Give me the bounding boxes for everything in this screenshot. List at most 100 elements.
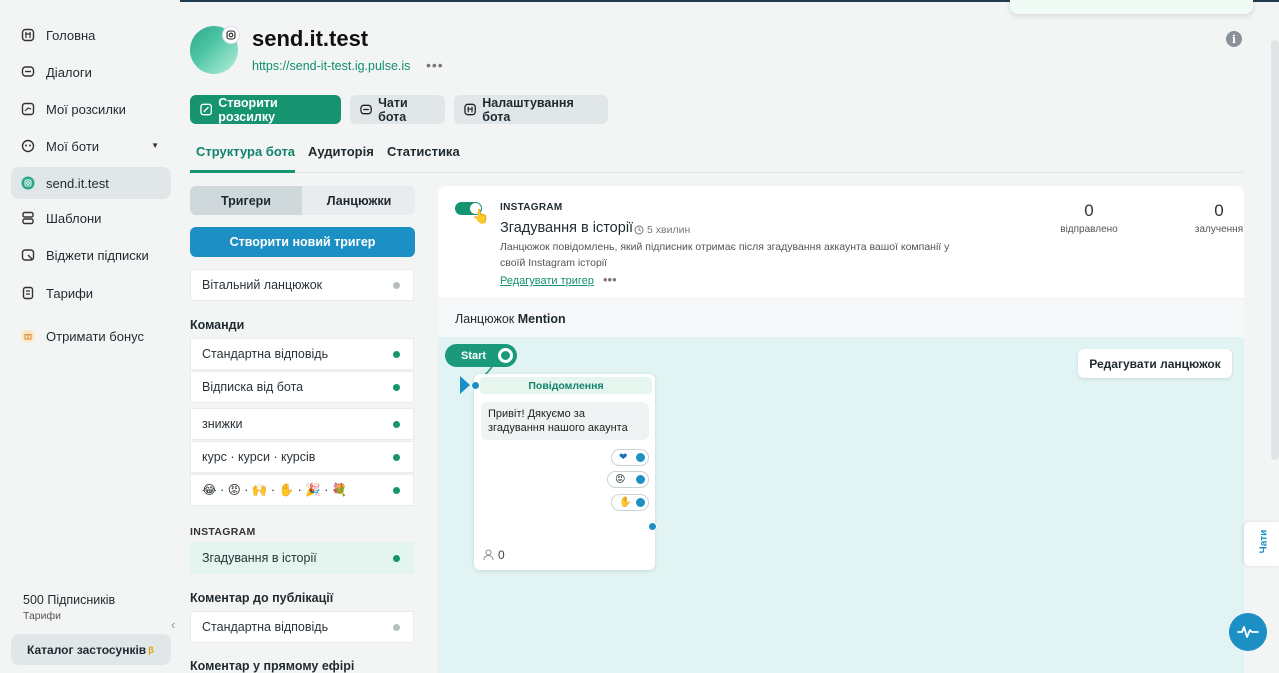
edit-trigger-link[interactable]: Редагувати тригер <box>500 275 594 287</box>
chain-label: Ланцюжок <box>455 312 515 326</box>
message-node-title: Повідомлення <box>480 377 652 394</box>
list-item-post-comment-reply[interactable]: Стандартна відповідь <box>190 611 414 643</box>
hand-icon: ✋ <box>619 497 632 508</box>
tab-statistics[interactable]: Статистика <box>387 144 460 159</box>
app-catalog-button[interactable]: Каталог застосунків β <box>11 634 171 665</box>
page-title: send.it.test <box>252 26 369 51</box>
segment-chains[interactable]: Ланцюжки <box>303 186 415 215</box>
status-dot <box>393 454 400 461</box>
output-port[interactable] <box>648 522 657 531</box>
status-dot <box>393 351 400 358</box>
tariffs-link[interactable]: Тарифи <box>23 610 115 622</box>
scrollbar[interactable] <box>1271 40 1279 460</box>
list-item-discounts[interactable]: знижки <box>190 408 414 440</box>
message-text: Привіт! Дякуємо за згадування нашого ака… <box>481 402 649 440</box>
gift-icon <box>21 329 35 343</box>
bot-settings-button[interactable]: Налаштування бота <box>454 95 608 124</box>
reply-port[interactable] <box>636 453 645 462</box>
trigger-delay-value: 5 хвилин <box>647 224 691 236</box>
stat-engaged: 0 залучення <box>1174 201 1264 235</box>
bot-chats-button[interactable]: Чати бота <box>350 95 445 124</box>
create-mailing-button[interactable]: Створити розсилку <box>190 95 341 124</box>
subscribers-count: 500 Підписників <box>23 593 116 607</box>
reply-chip: ❤ <box>611 449 649 466</box>
start-port[interactable] <box>498 348 513 363</box>
list-item-label: Стандартна відповідь <box>202 347 329 361</box>
collapse-sidebar-icon[interactable]: ‹ <box>171 617 175 632</box>
trigger-description: Ланцюжок повідомлень, який підписник отр… <box>500 241 950 269</box>
list-item-emoji[interactable]: 😂 · 😡 · 🙌 · ✋ · 🎉 · 💐 <box>190 474 414 506</box>
status-dot <box>393 624 400 631</box>
stat-engaged-value: 0 <box>1214 201 1224 220</box>
tab-bot-structure[interactable]: Структура бота <box>196 144 295 159</box>
instagram-icon <box>21 176 35 190</box>
reply-button[interactable]: ✋ <box>611 494 649 511</box>
start-node[interactable]: Start <box>445 344 517 367</box>
stat-sent-value: 0 <box>1084 201 1094 220</box>
sidebar-item-widgets[interactable]: Віджети підписки <box>11 239 171 271</box>
status-dot <box>393 282 400 289</box>
list-item-unsubscribe[interactable]: Відписка від бота <box>190 371 414 403</box>
active-tab-indicator <box>190 170 295 173</box>
subscribers-info: 500 Підписників Тарифи <box>23 593 115 622</box>
reply-button[interactable]: ❤ <box>611 449 649 466</box>
sidebar-item-label: send.it.test <box>46 175 109 191</box>
trigger-delay: 5 хвилин <box>634 224 690 236</box>
user-icon <box>483 549 494 561</box>
sidebar-item-bonus[interactable]: Отримати бонус <box>11 320 171 352</box>
pulse-icon <box>1237 626 1259 638</box>
segment-triggers[interactable]: Тригери <box>190 186 302 215</box>
sidebar-item-tariffs[interactable]: Тарифи <box>11 277 171 309</box>
reply-chip: ✋ <box>611 494 649 511</box>
send-icon <box>21 102 35 116</box>
stat-sent-label: відправлено <box>1060 224 1118 235</box>
tariff-icon <box>21 286 35 300</box>
tabs-divider <box>190 172 1244 173</box>
sidebar-item-mailings[interactable]: Мої розсилки <box>11 93 171 125</box>
sidebar-item-bots[interactable]: Мої боти ▼ <box>11 130 171 162</box>
reply-port[interactable] <box>636 498 645 507</box>
sidebar: Головна Діалоги Мої розсилки Мої боти ▼ … <box>0 0 180 673</box>
create-trigger-button[interactable]: Створити новий тригер <box>190 227 415 257</box>
tab-audience[interactable]: Аудиторія <box>308 144 374 159</box>
status-dot <box>393 421 400 428</box>
chevron-down-icon: ▼ <box>151 141 159 150</box>
sidebar-item-dialogs[interactable]: Діалоги <box>11 56 171 88</box>
more-options-icon[interactable]: ••• <box>426 57 444 73</box>
sidebar-item-home[interactable]: Головна <box>11 19 171 51</box>
sidebar-item-send-it-test[interactable]: send.it.test <box>11 167 171 199</box>
chain-title: Ланцюжок Mention <box>455 312 566 326</box>
sidebar-item-label: Отримати бонус <box>46 328 144 344</box>
beta-badge: β <box>148 644 154 655</box>
support-widget-button[interactable] <box>1229 613 1267 651</box>
reply-button[interactable]: 😡 <box>607 471 649 488</box>
list-item-label: 😂 · 😡 · 🙌 · ✋ · 🎉 · 💐 <box>202 483 348 497</box>
chats-side-tab[interactable]: Чати <box>1244 522 1279 566</box>
templates-icon <box>21 211 35 225</box>
trigger-more-icon[interactable]: ••• <box>603 272 617 287</box>
list-item-label: курс · курси · курсів <box>202 450 316 464</box>
list-item-welcome-chain[interactable]: Вітальний ланцюжок <box>190 269 414 301</box>
bot-chats-label: Чати бота <box>378 95 408 124</box>
sidebar-item-label: Мої розсилки <box>46 101 126 117</box>
input-port[interactable] <box>471 381 480 390</box>
angry-face-icon: 😡 <box>615 474 626 485</box>
list-item-story-mention[interactable]: Згадування в історії <box>190 542 414 574</box>
trigger-chain-switch: Тригери Ланцюжки <box>190 186 415 215</box>
sidebar-item-templates[interactable]: Шаблони <box>11 202 171 234</box>
reply-port[interactable] <box>636 475 645 484</box>
list-item-label: Відписка від бота <box>202 380 304 394</box>
info-icon[interactable]: i <box>1226 31 1242 47</box>
sidebar-item-label: Діалоги <box>46 64 92 80</box>
live-comment-title: Коментар у прямому ефірі <box>190 659 355 673</box>
instagram-icon <box>222 26 240 44</box>
sidebar-item-label: Шаблони <box>46 210 102 226</box>
status-dot <box>393 555 400 562</box>
list-item-course[interactable]: курс · курси · курсів <box>190 441 414 473</box>
list-item-standard-reply[interactable]: Стандартна відповідь <box>190 338 414 370</box>
bot-settings-label: Налаштування бота <box>482 95 574 124</box>
home-icon <box>21 28 35 42</box>
edit-chain-button[interactable]: Редагувати ланцюжок <box>1078 349 1232 378</box>
edit-icon <box>200 103 212 116</box>
bot-link[interactable]: https://send-it-test.ig.pulse.is <box>252 59 410 73</box>
